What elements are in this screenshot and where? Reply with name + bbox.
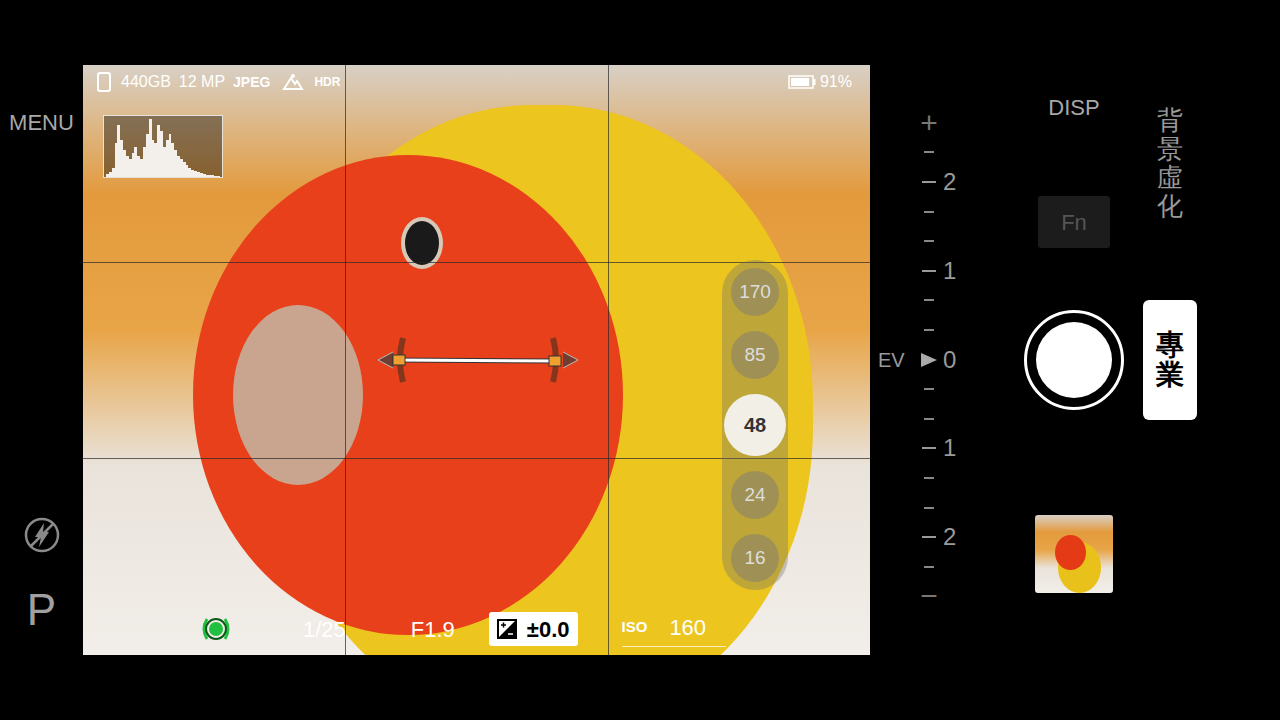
pro-mode[interactable]: 專業 (1143, 300, 1197, 420)
phone-storage-icon (97, 72, 111, 92)
camera-app: MENU P 440GB 12 MP JPEG HDR 91% 170 85 48 24 16 1/25… (0, 0, 1280, 720)
ev-minor-tick (924, 211, 934, 213)
hdr: HDR (314, 73, 340, 91)
controls: DISP Fn 背景虛化專業 (1010, 0, 1197, 720)
photo (1035, 515, 1113, 593)
battery-icon (788, 75, 816, 89)
battery-level: 91% (820, 70, 852, 94)
storage: 440GB (121, 70, 171, 94)
aperture[interactable]: F1.9 (411, 613, 455, 646)
level-gauge-icon (373, 330, 583, 390)
ev-minor-tick (924, 299, 934, 301)
ev-minor-tick (924, 566, 934, 568)
zoom-option[interactable]: 24 (731, 471, 779, 519)
exposure-compensation-icon (497, 619, 517, 639)
ev-minor-tick (924, 151, 934, 153)
ev-major-tick (922, 270, 936, 272)
menu-button[interactable]: MENU (9, 111, 74, 135)
bokeh-mode[interactable]: 背景虛化 (1157, 106, 1183, 220)
ev-tick-label: 2 (943, 524, 956, 550)
zoom-option[interactable]: 48 (724, 394, 786, 456)
zoom-option[interactable]: 16 (731, 534, 779, 582)
scene-icon (282, 73, 304, 91)
zoom-selector[interactable]: 170 85 48 24 16 (722, 260, 788, 590)
gallery-thumbnail[interactable] (1035, 515, 1113, 593)
stabilizer-icon[interactable] (197, 611, 235, 647)
ev-label: EV (878, 349, 905, 371)
megapixels: 12 MP (179, 70, 225, 94)
zoom-option[interactable]: 85 (731, 331, 779, 379)
ev-minor-tick (924, 418, 934, 420)
ev-end: + (920, 108, 938, 138)
ev-tick-label: 1 (943, 435, 956, 461)
zoom-option[interactable]: 170 (731, 268, 779, 316)
histogram-bar (217, 176, 220, 177)
grid-line (608, 65, 609, 655)
ev-minor-tick (924, 240, 934, 242)
ev-major-tick (922, 447, 936, 449)
ev-end: − (920, 581, 938, 611)
ev-minor-tick (924, 507, 934, 509)
viewfinder[interactable]: 440GB 12 MP JPEG HDR 91% 170 85 48 24 16 1/25 F1.9 ±… (83, 65, 870, 655)
histogram (103, 115, 223, 178)
left-column: MENU P (0, 0, 83, 720)
shooting-mode[interactable]: P (27, 586, 56, 634)
ev-tick-label: 2 (943, 169, 956, 195)
iso[interactable]: ISO160 (622, 611, 727, 647)
exposure-bar: 1/25 F1.9 ±0.0 ISO160 (83, 607, 870, 651)
disp-button[interactable]: DISP (1048, 96, 1099, 120)
fn-button[interactable]: Fn (1038, 196, 1110, 248)
status-bar: 440GB 12 MP JPEG HDR 91% (97, 70, 852, 94)
ev-minor-tick (924, 329, 934, 331)
shutter-speed[interactable]: 1/25 (303, 613, 346, 646)
ev-major-tick (922, 181, 936, 183)
file-format: JPEG (233, 72, 270, 93)
ev-tick-label: 1 (943, 258, 956, 284)
exposure-compensation[interactable]: ±0.0 (489, 612, 578, 646)
ev-minor-tick (924, 388, 934, 390)
flash-off-icon[interactable] (24, 517, 60, 553)
ev-pointer-icon (920, 352, 938, 368)
ev-tick-label: 0 (943, 347, 956, 373)
ev-minor-tick (924, 477, 934, 479)
shutter-button[interactable] (1024, 310, 1124, 410)
ev-major-tick (922, 536, 936, 538)
grid-line (345, 65, 346, 655)
ev-scale[interactable]: +2 1 EV 0 1 2 − (870, 0, 1010, 720)
